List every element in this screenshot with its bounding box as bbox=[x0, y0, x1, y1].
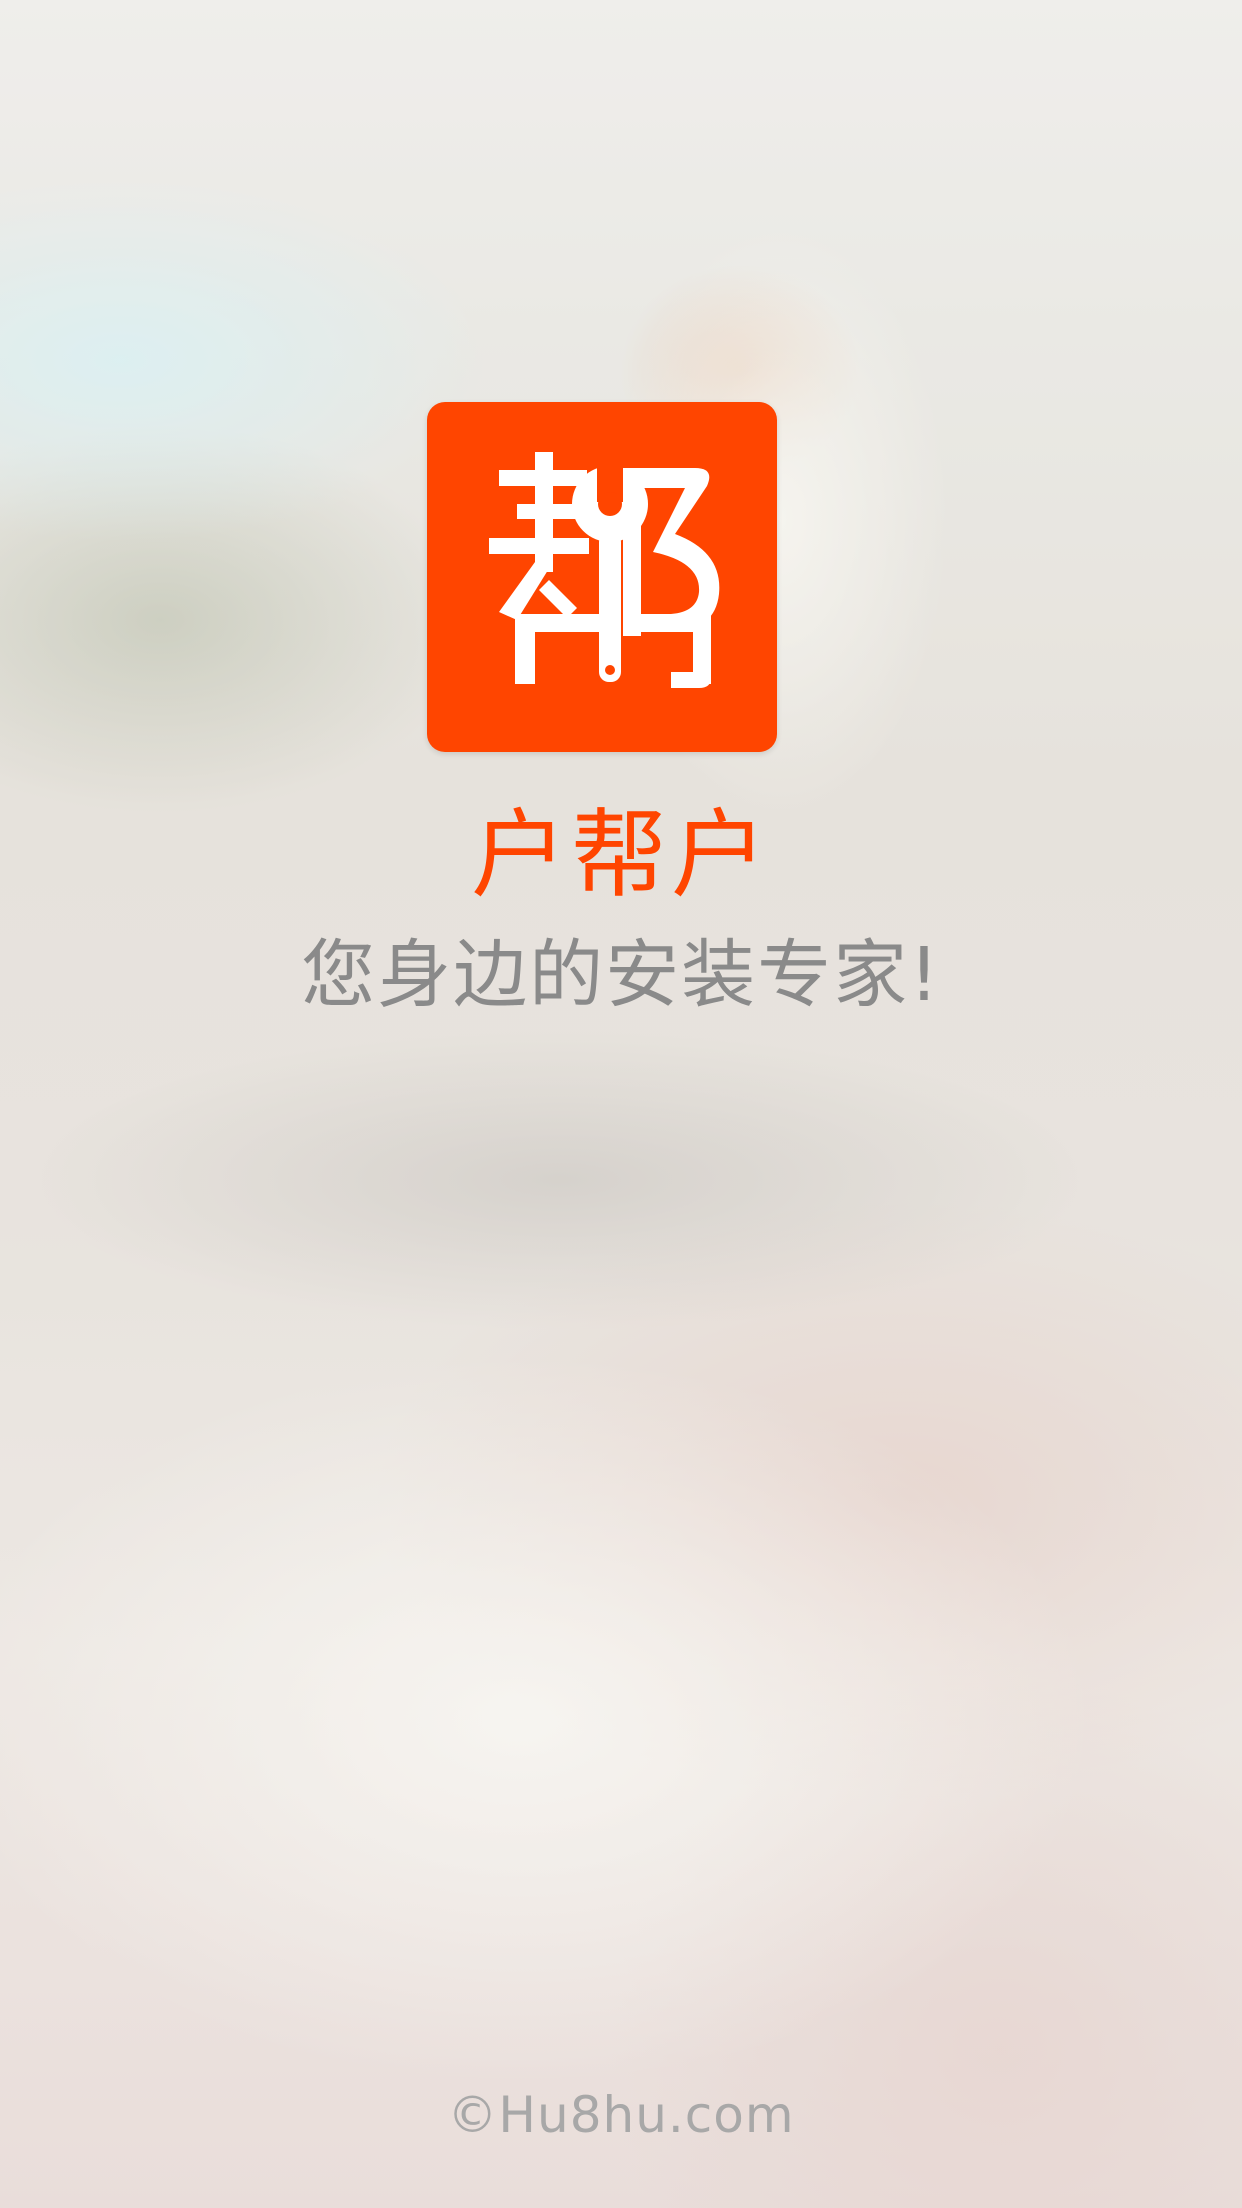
app-slogan: 您身边的安装专家! bbox=[301, 932, 941, 1018]
app-name: 户帮户 bbox=[471, 799, 771, 911]
app-logo bbox=[427, 402, 777, 752]
copyright-footer: ©Hu8hu.com bbox=[447, 2086, 795, 2144]
background-veil bbox=[0, 0, 1242, 2208]
logo-glyph bbox=[489, 452, 720, 688]
blurred-background-photo bbox=[0, 0, 1242, 2208]
